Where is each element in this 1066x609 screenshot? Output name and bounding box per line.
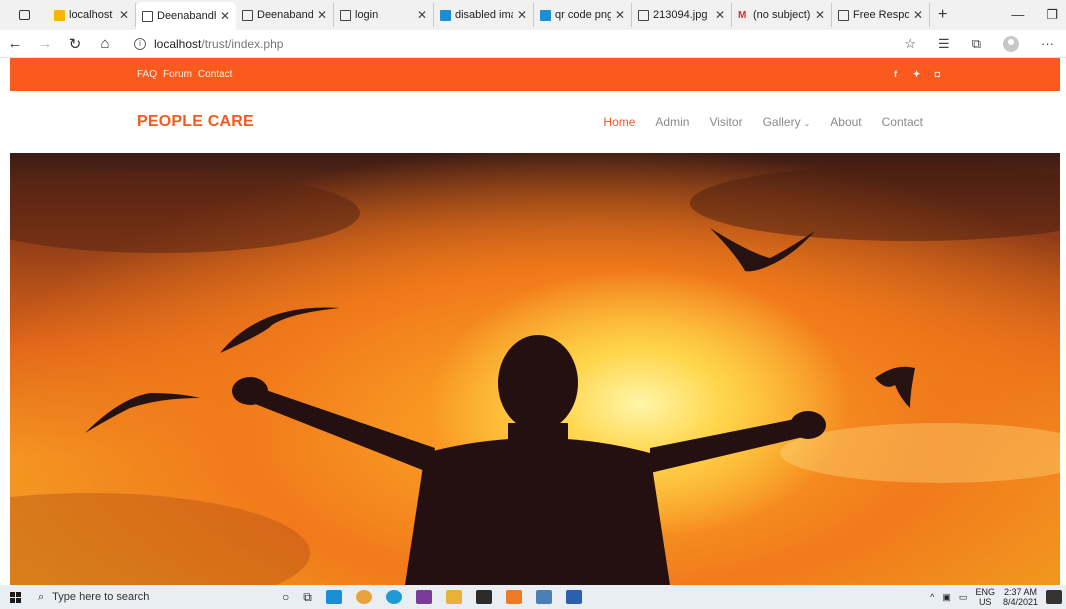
close-tab-icon[interactable]: ✕ — [517, 8, 527, 22]
close-tab-icon[interactable]: ✕ — [913, 8, 923, 22]
menu-about[interactable]: About — [830, 115, 861, 129]
tab-actions[interactable] — [0, 0, 48, 30]
tab-actions-icon[interactable] — [18, 10, 30, 20]
facebook-icon[interactable]: f — [891, 70, 900, 79]
clock-time: 2:37 AM — [1003, 587, 1037, 597]
url-field[interactable]: i localhost/trust/index.php — [134, 37, 283, 51]
restore-icon[interactable]: ❐ — [1046, 7, 1058, 23]
taskbar-search[interactable]: ⌕ Type here to search — [30, 591, 266, 604]
system-tray: ^ ▣ ▭ ENG US 2:37 AM 8/4/2021 — [930, 587, 1066, 607]
browser-tab[interactable]: Deenabandhu ✕ — [236, 3, 334, 27]
menu-visitor[interactable]: Visitor — [709, 115, 742, 129]
profile-avatar[interactable] — [1003, 35, 1019, 52]
close-tab-icon[interactable]: ✕ — [220, 9, 230, 23]
browser-tab-active[interactable]: Deenabandhu ✕ — [136, 2, 236, 30]
forward-icon[interactable]: → — [30, 35, 60, 52]
site-navbar: PEOPLE CARE Home Admin Visitor Gallery ⌄ … — [10, 91, 1060, 153]
sublime-icon[interactable] — [505, 590, 522, 604]
close-tab-icon[interactable]: ✕ — [317, 8, 327, 22]
task-view-icon[interactable]: ⧉ — [303, 590, 312, 605]
taskbar-apps: ○ ⧉ — [282, 590, 582, 605]
webpage: FAQ Forum Contact f ✦ ◘ PEOPLE CARE Home… — [10, 58, 1060, 585]
clock-date: 8/4/2021 — [1002, 597, 1038, 607]
menu-gallery-label: Gallery — [762, 115, 801, 129]
windows-taskbar: ⌕ Type here to search ○ ⧉ ^ ▣ ▭ ENG US 2… — [0, 585, 1066, 609]
address-bar-actions: ☆ ☰ ⧉ ··· — [904, 35, 1066, 52]
page-icon — [142, 10, 153, 22]
window-controls: — ❐ — [1011, 7, 1066, 23]
main-menu: Home Admin Visitor Gallery ⌄ About Contac… — [603, 115, 923, 129]
url-host: localhost — [154, 36, 202, 51]
menu-gallery[interactable]: Gallery ⌄ — [763, 115, 811, 129]
windows-logo-icon — [9, 591, 21, 603]
menu-contact[interactable]: Contact — [882, 115, 923, 129]
browser-tab[interactable]: login ✕ — [334, 3, 434, 27]
favorites-icon[interactable]: ☰ — [938, 36, 950, 52]
battery-icon[interactable]: ▭ — [959, 592, 968, 603]
bing-icon — [440, 9, 451, 21]
menu-admin[interactable]: Admin — [655, 115, 689, 129]
refresh-icon[interactable]: ↻ — [60, 35, 90, 53]
gmail-icon: M — [738, 9, 747, 21]
new-tab-icon[interactable]: + — [930, 6, 955, 24]
back-icon[interactable]: ← — [0, 35, 30, 52]
edge-icon[interactable] — [385, 590, 402, 604]
browser-tab[interactable]: M (no subject) - ✕ — [732, 3, 832, 27]
page-icon — [242, 9, 253, 21]
minimize-icon[interactable]: — — [1011, 7, 1024, 23]
top-link-forum[interactable]: Forum — [163, 69, 192, 80]
hero-silhouette — [10, 165, 1060, 585]
close-tab-icon[interactable]: ✕ — [119, 8, 129, 22]
page-icon — [838, 9, 849, 21]
browser-tab[interactable]: disabled imag ✕ — [434, 3, 534, 27]
media-player-icon[interactable] — [535, 590, 552, 604]
winrar-icon[interactable] — [415, 590, 432, 604]
search-icon: ⌕ — [38, 590, 45, 603]
language-indicator[interactable]: ENG US — [975, 587, 995, 607]
browser-tab[interactable]: localhost / loc ✕ — [48, 3, 136, 27]
notification-icon[interactable] — [1046, 590, 1062, 604]
clock[interactable]: 2:37 AM 8/4/2021 — [1003, 587, 1038, 607]
top-strip: FAQ Forum Contact f ✦ ◘ — [10, 58, 1060, 91]
bing-icon — [540, 9, 551, 21]
chevron-down-icon: ⌄ — [803, 119, 811, 128]
site-brand[interactable]: PEOPLE CARE — [137, 113, 254, 131]
search-placeholder: Type here to search — [52, 591, 150, 603]
top-links: FAQ Forum Contact — [137, 69, 232, 80]
close-tab-icon[interactable]: ✕ — [615, 8, 625, 22]
page-icon — [340, 9, 351, 21]
address-bar: ← → ↻ ⌂ i localhost/trust/index.php ☆ ☰ … — [0, 30, 1066, 58]
social-links: f ✦ ◘ — [891, 70, 942, 79]
chrome-icon[interactable] — [355, 590, 372, 604]
top-link-faq[interactable]: FAQ — [137, 69, 157, 80]
browser-tab[interactable]: qr code png - ✕ — [534, 3, 632, 27]
store-icon[interactable] — [475, 590, 492, 604]
browser-tab-strip: localhost / loc ✕ Deenabandhu ✕ Deenaban… — [0, 0, 1066, 30]
close-tab-icon[interactable]: ✕ — [815, 8, 825, 22]
start-button[interactable] — [0, 591, 30, 603]
menu-home[interactable]: Home — [603, 115, 635, 129]
cortana-icon[interactable]: ○ — [282, 590, 289, 604]
browser-tab[interactable]: 213094.jpg (1 ✕ — [632, 3, 732, 27]
home-icon[interactable]: ⌂ — [90, 35, 120, 52]
network-icon[interactable]: ▣ — [942, 592, 951, 603]
instagram-icon[interactable]: ◘ — [933, 70, 942, 79]
top-link-contact[interactable]: Contact — [198, 69, 232, 80]
hero-image — [10, 153, 1060, 585]
more-icon[interactable]: ··· — [1041, 36, 1054, 51]
file-explorer-icon[interactable] — [445, 590, 462, 604]
twitter-icon[interactable]: ✦ — [912, 70, 921, 79]
info-icon[interactable]: i — [134, 37, 146, 50]
word-icon[interactable] — [565, 590, 582, 604]
close-tab-icon[interactable]: ✕ — [417, 8, 427, 22]
phpmyadmin-icon — [54, 9, 65, 21]
close-tab-icon[interactable]: ✕ — [715, 8, 725, 22]
page-icon — [638, 9, 649, 21]
add-favorite-icon[interactable]: ☆ — [904, 36, 916, 52]
browser-tab[interactable]: Free Respons ✕ — [832, 3, 930, 27]
collections-icon[interactable]: ⧉ — [972, 36, 981, 52]
chevron-up-icon[interactable]: ^ — [930, 592, 934, 602]
url-path: /trust/index.php — [201, 36, 284, 51]
app-l-icon[interactable] — [325, 590, 342, 604]
